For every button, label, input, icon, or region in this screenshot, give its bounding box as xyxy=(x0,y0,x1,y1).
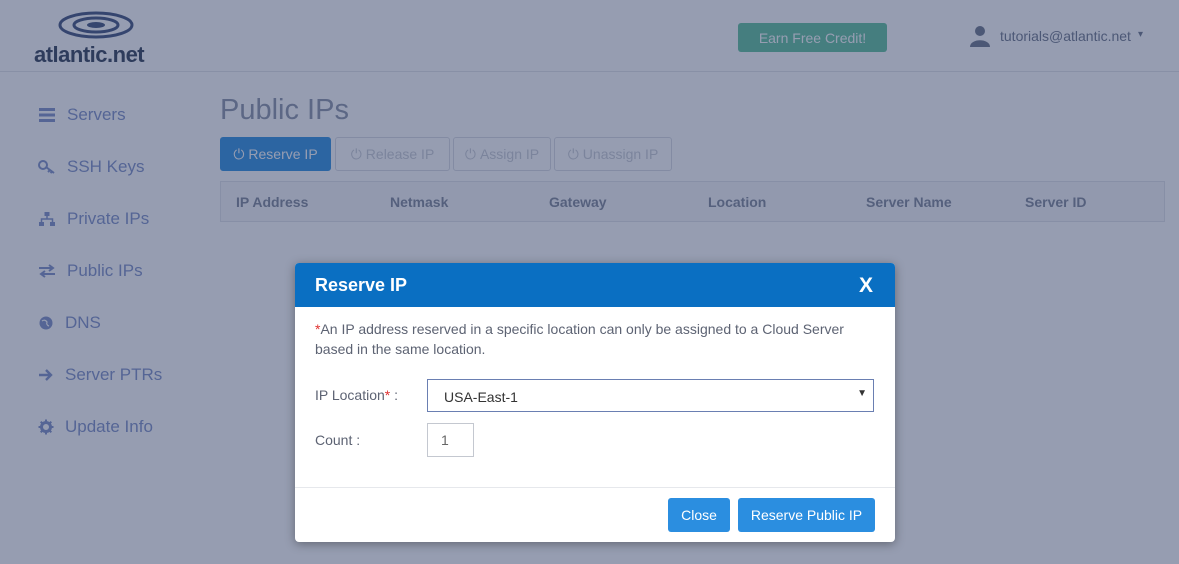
reserve-ip-dialog: Reserve IP X *An IP address reserved in … xyxy=(295,263,895,542)
ip-location-label-text: IP Location xyxy=(315,387,385,403)
ip-location-value: USA-East-1 xyxy=(444,389,518,405)
count-label: Count : xyxy=(315,432,361,448)
dialog-footer-divider xyxy=(295,487,895,488)
count-input[interactable] xyxy=(427,423,474,457)
dialog-header: Reserve IP X xyxy=(295,263,895,307)
dialog-title: Reserve IP xyxy=(315,275,408,295)
location-note: *An IP address reserved in a specific lo… xyxy=(315,319,875,359)
close-icon[interactable]: X xyxy=(859,274,873,298)
ip-location-label: IP Location* : xyxy=(315,387,398,403)
close-button[interactable]: Close xyxy=(668,498,730,532)
ip-location-select[interactable]: USA-East-1 ▼ xyxy=(427,379,874,412)
label-colon: : xyxy=(390,387,399,403)
note-text: An IP address reserved in a specific loc… xyxy=(315,321,844,357)
caret-down-icon: ▼ xyxy=(857,388,867,399)
reserve-public-ip-button[interactable]: Reserve Public IP xyxy=(738,498,875,532)
